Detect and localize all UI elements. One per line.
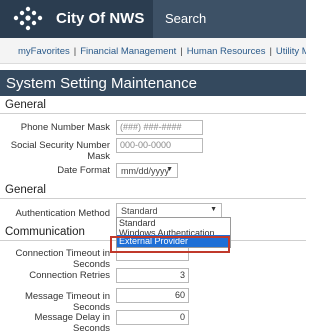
gear-cluster-icon[interactable] <box>10 5 46 33</box>
nav-separator: | <box>269 46 272 57</box>
ssn-mask-label-line1: Social Security Number <box>10 140 110 151</box>
ssn-mask-label-line2: Mask <box>87 151 110 162</box>
ssn-mask-label: Social Security Number Mask <box>10 140 110 162</box>
msg-delay-label: Message Delay in Seconds <box>10 312 110 334</box>
date-format-label: Date Format <box>57 165 110 176</box>
nav-item-human-resources[interactable]: Human Resources <box>187 46 266 57</box>
phone-mask-label: Phone Number Mask <box>20 122 110 133</box>
auth-option-standard[interactable]: Standard <box>117 218 230 228</box>
conn-timeout-label-line1: Connection Timeout in <box>15 248 110 259</box>
msg-timeout-label: Message Timeout in Seconds <box>10 291 110 313</box>
conn-timeout-label: Connection Timeout in Seconds <box>10 248 110 270</box>
conn-retries-label: Connection Retries <box>29 270 110 281</box>
highlight-annotation <box>110 236 230 253</box>
msg-timeout-field[interactable]: 60 <box>116 288 189 303</box>
page-title: System Setting Maintenance <box>0 70 306 96</box>
phone-mask-field[interactable]: (###) ###-#### <box>116 120 203 135</box>
chevron-down-icon: ▼ <box>166 166 173 173</box>
msg-timeout-label-line1: Message Timeout in <box>24 291 110 302</box>
chevron-down-icon: ▼ <box>210 206 217 213</box>
conn-retries-field[interactable]: 3 <box>116 268 189 283</box>
auth-method-value: Standard <box>121 206 158 216</box>
search-input[interactable]: Search <box>153 0 306 38</box>
nav-item-utility-management[interactable]: Utility Ma <box>276 46 306 57</box>
nav-item-financial-management[interactable]: Financial Management <box>80 46 176 57</box>
top-header: City Of NWS Search <box>0 0 306 38</box>
date-format-select[interactable]: mm/dd/yyyy ▼ <box>116 163 178 178</box>
app-title: City Of NWS <box>56 10 145 27</box>
auth-method-select[interactable]: Standard ▼ <box>116 203 222 218</box>
msg-delay-field[interactable]: 0 <box>116 310 189 325</box>
date-format-value: mm/dd/yyyy <box>121 166 170 176</box>
nav-separator: | <box>180 46 183 57</box>
msg-delay-label-line2: Seconds <box>73 323 110 334</box>
conn-timeout-label-line2: Seconds <box>73 259 110 270</box>
nav-item-myfavorites[interactable]: myFavorites <box>18 46 70 57</box>
auth-method-label: Authentication Method <box>15 208 110 219</box>
section-heading-general: General <box>0 99 306 114</box>
auth-option-windows-authentication[interactable]: Windows Authentication <box>117 228 230 235</box>
nav-separator: | <box>73 46 77 57</box>
main-nav: myFavorites | Financial Management | Human R… <box>0 38 306 64</box>
ssn-mask-field[interactable]: 000-00-0000 <box>116 138 203 153</box>
section-heading-general-2: General <box>0 184 306 199</box>
msg-delay-label-line1: Message Delay in <box>34 312 110 323</box>
